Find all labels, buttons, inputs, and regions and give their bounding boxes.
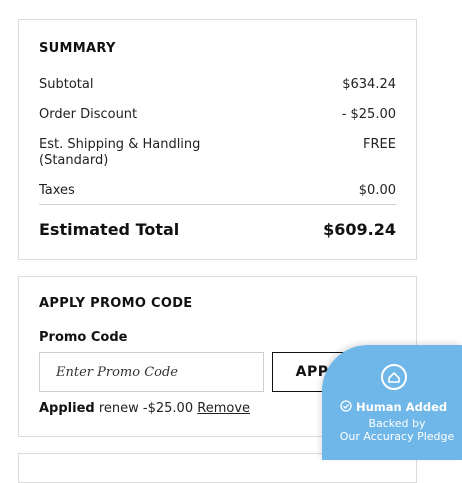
shipping-label: Est. Shipping & Handling (Standard) xyxy=(39,137,201,168)
subtotal-value: $634.24 xyxy=(342,77,396,92)
summary-heading: SUMMARY xyxy=(39,41,116,56)
badge-line-1: Backed by xyxy=(368,417,426,430)
accuracy-pledge-badge[interactable]: Human Added Backed by Our Accuracy Pledg… xyxy=(322,345,462,460)
human-added-icon xyxy=(381,364,407,390)
shipping-value: FREE xyxy=(363,137,396,152)
badge-title: Human Added xyxy=(340,400,447,414)
badge-line-2: Our Accuracy Pledge xyxy=(339,430,455,443)
remove-promo-link[interactable]: Remove xyxy=(197,401,250,416)
badge-subtitle: Backed by Our Accuracy Pledge xyxy=(322,417,462,443)
order-discount-value: - $25.00 xyxy=(341,107,396,122)
check-circle-icon xyxy=(340,400,352,412)
promo-heading: APPLY PROMO CODE xyxy=(39,296,193,311)
taxes-value: $0.00 xyxy=(358,183,396,198)
applied-promo-line: Applied renew -$25.00 Remove xyxy=(39,401,250,416)
subtotal-label: Subtotal xyxy=(39,77,94,92)
estimated-total-label: Estimated Total xyxy=(39,220,180,239)
order-summary-card: SUMMARY Subtotal $634.24 Order Discount … xyxy=(18,19,417,260)
order-discount-label: Order Discount xyxy=(39,107,138,122)
applied-promo-detail: renew -$25.00 xyxy=(98,401,194,416)
estimated-total-value: $609.24 xyxy=(323,220,396,239)
promo-code-input[interactable] xyxy=(39,352,264,392)
summary-divider xyxy=(39,204,396,205)
taxes-label: Taxes xyxy=(39,183,75,198)
badge-title-text: Human Added xyxy=(356,400,448,414)
applied-prefix: Applied xyxy=(39,401,95,416)
promo-code-label: Promo Code xyxy=(39,330,128,345)
